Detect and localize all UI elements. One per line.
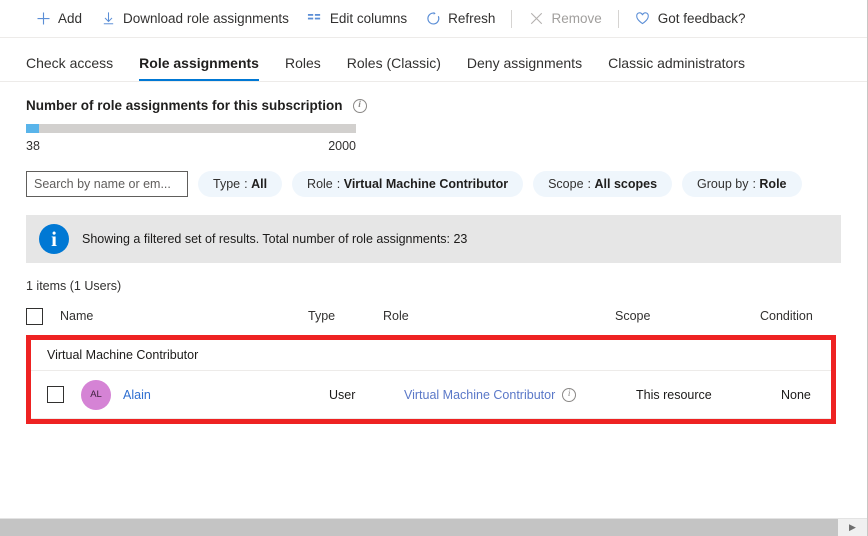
filter-pill-group-by-label: Group by [697, 177, 748, 191]
tab-roles-label: Roles [285, 55, 321, 71]
quota-info-icon[interactable]: i [353, 99, 367, 113]
avatar-initials: AL [90, 389, 102, 400]
cell-scope: This resource [636, 388, 781, 402]
filter-pill-colon: : [588, 177, 595, 191]
tab-classic-administrators-label: Classic administrators [608, 55, 745, 71]
principal-name-link[interactable]: Alain [123, 388, 151, 402]
edit-columns-button[interactable]: Edit columns [298, 2, 416, 36]
tab-bar: Check access Role assignments Roles Role… [0, 38, 867, 82]
toolbar-divider-1 [511, 10, 512, 28]
scrollbar-thumb[interactable] [0, 519, 838, 536]
filter-pill-type[interactable]: Type : All [198, 171, 282, 197]
items-count: 1 items (1 Users) [0, 263, 867, 293]
edit-columns-label: Edit columns [330, 11, 407, 26]
tab-role-assignments-label: Role assignments [139, 55, 259, 71]
filter-pill-role[interactable]: Role : Virtual Machine Contributor [292, 171, 523, 197]
tab-deny-assignments-label: Deny assignments [467, 55, 582, 71]
filter-pill-scope[interactable]: Scope : All scopes [533, 171, 672, 197]
refresh-label: Refresh [448, 11, 495, 26]
heart-icon [635, 11, 651, 27]
table-header-row: Name Type Role Scope Condition [26, 301, 867, 331]
toolbar-divider-2 [618, 10, 619, 28]
banner-icon-wrap: i [26, 215, 82, 263]
cell-role: Virtual Machine Contributor i [404, 388, 636, 402]
filter-pill-group-by[interactable]: Group by : Role [682, 171, 801, 197]
tab-classic-administrators[interactable]: Classic administrators [608, 55, 745, 81]
refresh-button[interactable]: Refresh [416, 2, 504, 36]
role-info-icon[interactable]: i [562, 388, 576, 402]
filter-pill-type-label: Type [213, 177, 240, 191]
search-input[interactable] [26, 171, 188, 197]
column-header-type[interactable]: Type [308, 309, 383, 323]
column-header-name[interactable]: Name [60, 309, 308, 323]
refresh-icon [425, 11, 441, 27]
horizontal-scrollbar[interactable]: ▶ [0, 518, 867, 536]
tab-check-access-label: Check access [26, 55, 113, 71]
tab-roles[interactable]: Roles [285, 55, 321, 81]
group-header-label: Virtual Machine Contributor [47, 348, 198, 362]
download-role-assignments-button[interactable]: Download role assignments [91, 2, 298, 36]
avatar: AL [81, 380, 111, 410]
quota-title: Number of role assignments for this subs… [26, 98, 343, 113]
quota-meter-labels: 38 2000 [26, 139, 356, 153]
filter-pill-role-label: Role [307, 177, 333, 191]
column-header-role[interactable]: Role [383, 309, 615, 323]
tab-check-access[interactable]: Check access [26, 55, 113, 81]
filter-pill-scope-value: All scopes [595, 177, 658, 191]
cell-type: User [329, 388, 404, 402]
column-header-condition[interactable]: Condition [760, 309, 860, 323]
quota-max-value: 2000 [328, 139, 356, 153]
quota-meter-fill [26, 124, 39, 133]
filtered-results-banner: i Showing a filtered set of results. Tot… [26, 215, 841, 263]
quota-meter [26, 124, 356, 133]
role-assignments-table: Name Type Role Scope Condition Virtual M… [0, 301, 867, 424]
info-icon: i [39, 224, 69, 254]
highlight-box: Virtual Machine Contributor AL Alain Use… [26, 335, 836, 424]
azure-role-assignments-page: Add Download role assignments Edit c [0, 0, 868, 536]
got-feedback-label: Got feedback? [658, 11, 746, 26]
table-row[interactable]: AL Alain User Virtual Machine Contributo… [31, 371, 831, 419]
quota-heading: Number of role assignments for this subs… [26, 98, 867, 113]
remove-button[interactable]: Remove [519, 2, 610, 36]
add-label: Add [58, 11, 82, 26]
row-checkbox[interactable] [47, 386, 64, 403]
tab-role-assignments[interactable]: Role assignments [139, 55, 259, 81]
tab-deny-assignments[interactable]: Deny assignments [467, 55, 582, 81]
columns-icon [307, 11, 323, 27]
remove-label: Remove [551, 11, 601, 26]
cell-name: AL Alain [81, 380, 329, 410]
filter-pill-scope-label: Scope [548, 177, 583, 191]
chevron-right-icon[interactable]: ▶ [838, 519, 867, 536]
filter-pill-type-value: All [251, 177, 267, 191]
add-button[interactable]: Add [26, 2, 91, 36]
tab-roles-classic-label: Roles (Classic) [347, 55, 441, 71]
download-icon [100, 11, 116, 27]
cell-condition: None [781, 388, 868, 402]
tab-roles-classic[interactable]: Roles (Classic) [347, 55, 441, 81]
filter-pill-group-by-value: Role [759, 177, 786, 191]
filter-pill-colon: : [244, 177, 251, 191]
column-header-scope[interactable]: Scope [615, 309, 760, 323]
banner-text: Showing a filtered set of results. Total… [82, 232, 467, 246]
select-all-cell [26, 308, 60, 325]
filter-pill-colon: : [752, 177, 759, 191]
row-select-cell [47, 386, 81, 403]
quota-current-value: 38 [26, 139, 40, 153]
filter-pill-colon: : [337, 177, 344, 191]
download-role-assignments-label: Download role assignments [123, 11, 289, 26]
role-link[interactable]: Virtual Machine Contributor [404, 388, 555, 402]
filter-pill-role-value: Virtual Machine Contributor [344, 177, 508, 191]
group-header-row: Virtual Machine Contributor [31, 340, 831, 371]
role-assignment-quota: Number of role assignments for this subs… [0, 82, 867, 153]
filter-bar: Type : All Role : Virtual Machine Contri… [0, 153, 867, 197]
plus-icon [35, 11, 51, 27]
command-bar: Add Download role assignments Edit c [0, 0, 867, 38]
got-feedback-button[interactable]: Got feedback? [626, 2, 755, 36]
close-x-icon [528, 11, 544, 27]
select-all-checkbox[interactable] [26, 308, 43, 325]
